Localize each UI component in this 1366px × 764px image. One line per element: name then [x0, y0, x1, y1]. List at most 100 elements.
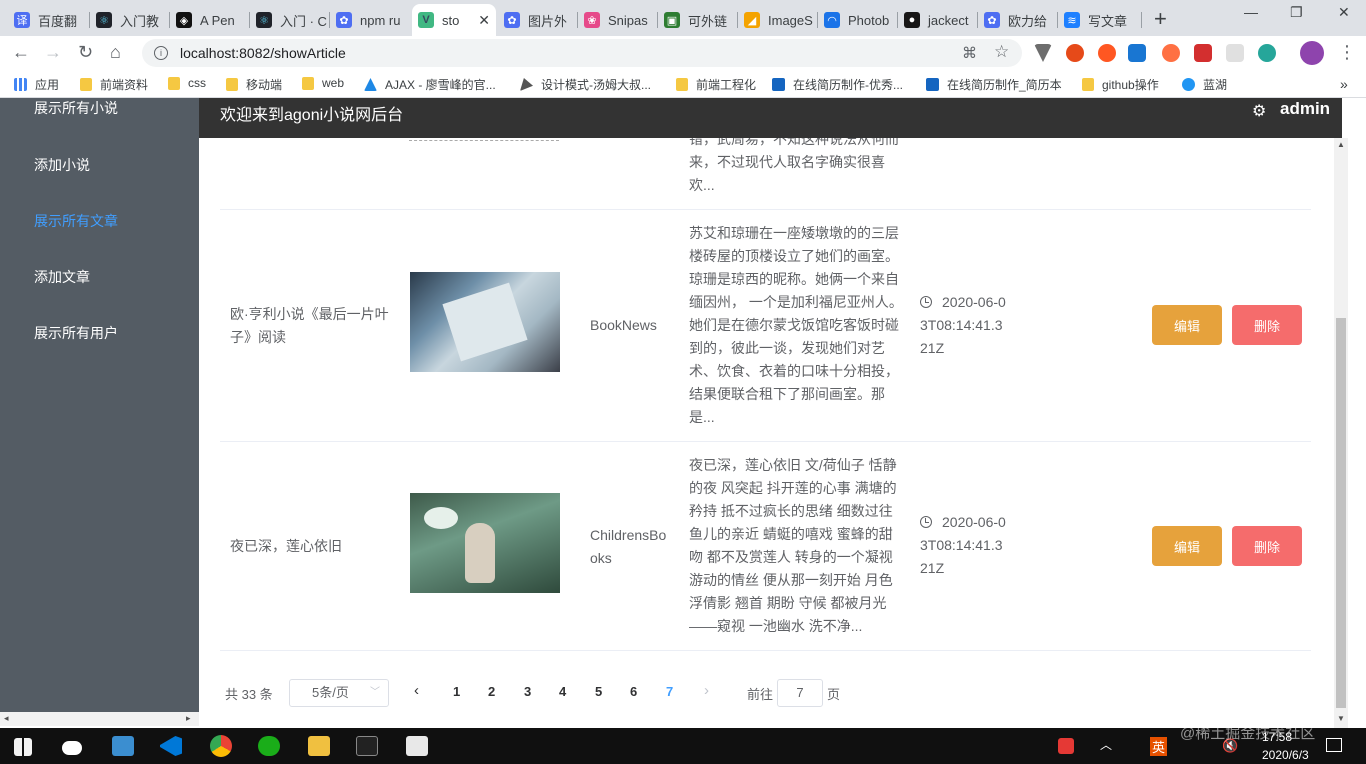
bookmark-link[interactable]: 在线简历制作_简历本 — [926, 76, 1062, 93]
file-explorer-icon[interactable] — [308, 736, 330, 756]
page-5[interactable]: 5 — [595, 684, 602, 699]
ime-indicator[interactable]: 英 — [1150, 737, 1168, 756]
browser-tab[interactable]: ≋ 写文章 — [1058, 4, 1142, 36]
tab-favicon-icon: ◠ — [824, 12, 840, 28]
tab-label: ImageS — [768, 12, 813, 28]
terminal-icon[interactable] — [356, 736, 378, 756]
browser-tab[interactable]: ● jackect — [898, 4, 978, 36]
chevron-down-icon: ﹀ — [370, 687, 380, 698]
extension-new-icon[interactable] — [1128, 44, 1146, 62]
browser-tab-active[interactable]: Vsto ✕ — [412, 4, 496, 36]
sogou-ime-icon[interactable] — [1058, 738, 1074, 754]
bookmark-folder[interactable]: github操作 — [1082, 76, 1159, 93]
sidebar-item-users[interactable]: 展示所有用户 — [34, 323, 118, 343]
reload-icon[interactable]: ↻ — [78, 42, 93, 63]
scroll-up-arrow-icon[interactable]: ▲ — [1337, 140, 1345, 149]
chat-bubble-icon[interactable] — [62, 741, 82, 755]
minimize-button[interactable]: — — [1244, 4, 1258, 20]
profile-avatar[interactable] — [1300, 41, 1324, 65]
delete-button[interactable]: 删除 — [1232, 305, 1302, 345]
bookmark-link[interactable]: AJAX - 廖雪峰的官... — [364, 76, 496, 93]
chrome-icon[interactable] — [210, 735, 232, 757]
extension-icon[interactable] — [1098, 44, 1116, 62]
wechat-icon[interactable] — [258, 736, 280, 756]
browser-tab[interactable]: ✿ 欧力给 — [978, 4, 1058, 36]
windows-start-icon[interactable] — [14, 738, 32, 756]
page-4[interactable]: 4 — [559, 684, 566, 699]
bookmark-folder[interactable]: 前端资料 — [80, 76, 148, 93]
goto-page-input[interactable]: 7 — [777, 679, 823, 707]
bookmark-link[interactable]: 设计模式-汤姆大叔... — [520, 76, 651, 93]
next-page-button[interactable]: › — [704, 682, 709, 699]
bookmark-apps[interactable]: 应用 — [14, 76, 59, 93]
typora-icon[interactable] — [406, 736, 428, 756]
browser-tab[interactable]: ✿ 图片外 — [498, 4, 578, 36]
site-icon — [1182, 78, 1195, 91]
extension-icon[interactable] — [1258, 44, 1276, 62]
edit-button[interactable]: 编辑 — [1152, 305, 1222, 345]
home-icon[interactable]: ⌂ — [110, 42, 121, 63]
date-text: 2020-06-03T08:14:41.321Z — [920, 294, 1006, 356]
browser-tab[interactable]: ⚛ 入门教 — [90, 4, 170, 36]
sidebar-item-novels[interactable]: 展示所有小说 — [34, 98, 118, 118]
article-title: 夜已深，莲心依旧 — [230, 538, 342, 554]
admin-username[interactable]: admin — [1280, 99, 1330, 119]
scrollbar-thumb[interactable] — [1336, 318, 1346, 708]
browser-tab[interactable]: ◈ A Pen — [170, 4, 250, 36]
site-info-icon[interactable]: i — [154, 46, 168, 60]
tab-favicon-icon: ≋ — [1064, 12, 1080, 28]
edit-button[interactable]: 编辑 — [1152, 526, 1222, 566]
url-text[interactable]: localhost:8082/showArticle — [180, 45, 346, 61]
bookmark-link[interactable]: 在线简历制作-优秀... — [772, 76, 903, 93]
delete-button[interactable]: 删除 — [1232, 526, 1302, 566]
browser-tab[interactable]: ▣ 可外链 — [658, 4, 738, 36]
back-arrow-icon[interactable]: ← — [12, 42, 30, 63]
bookmark-folder[interactable]: css — [168, 76, 206, 90]
article-category: BookNews — [590, 317, 657, 333]
sidebar-horizontal-scrollbar[interactable]: ◂ ▸ — [0, 712, 199, 726]
page-2[interactable]: 2 — [488, 684, 495, 699]
extension-icon[interactable] — [1162, 44, 1180, 62]
close-window-button[interactable]: ✕ — [1338, 4, 1350, 21]
sidebar-item-add-article[interactable]: 添加文章 — [34, 267, 90, 287]
browser-tab[interactable]: ◠ Photob — [818, 4, 898, 36]
close-tab-icon[interactable]: ✕ — [478, 12, 490, 29]
notification-icon[interactable] — [1326, 738, 1342, 752]
new-tab-button[interactable]: + — [1154, 6, 1167, 32]
prev-page-button[interactable]: ‹ — [414, 682, 419, 699]
app-icon[interactable] — [112, 736, 134, 756]
page-6[interactable]: 6 — [630, 684, 637, 699]
browser-tab[interactable]: ◢ ImageS — [738, 4, 818, 36]
bookmarks-overflow-button[interactable]: » — [1340, 76, 1348, 92]
bookmark-folder[interactable]: web — [302, 76, 344, 90]
tab-favicon-icon: ✿ — [984, 12, 1000, 28]
bookmark-link[interactable]: 蓝湖 — [1182, 76, 1227, 93]
gear-icon[interactable]: ⚙ — [1252, 101, 1266, 121]
browser-tab[interactable]: ❀ Snipas — [578, 4, 658, 36]
clock-date[interactable]: 2020/6/3 — [1262, 748, 1309, 762]
page-1[interactable]: 1 — [453, 684, 460, 699]
bookmark-folder[interactable]: 前端工程化 — [676, 76, 756, 93]
address-bar[interactable]: i localhost:8082/showArticle — [142, 39, 1022, 67]
menu-dots-icon[interactable]: ⋮ — [1338, 42, 1356, 63]
maximize-button[interactable]: ❐ — [1290, 4, 1303, 21]
browser-tab[interactable]: ⚛ 入门 · C — [250, 4, 330, 36]
browser-tab[interactable]: 译百度翻 — [8, 4, 90, 36]
forward-arrow-icon[interactable]: → — [44, 42, 62, 63]
extension-icon[interactable] — [1194, 44, 1212, 62]
bookmark-folder[interactable]: 移动端 — [226, 76, 282, 93]
translate-icon[interactable]: ⌘ — [962, 44, 977, 62]
vertical-scrollbar[interactable]: ▲ ▼ — [1334, 138, 1348, 728]
sidebar-item-add-novel[interactable]: 添加小说 — [34, 155, 90, 175]
page-size-select[interactable]: 5条/页 ﹀ — [289, 679, 389, 707]
browser-tab[interactable]: ✿ npm ru — [330, 4, 410, 36]
header-title: 欢迎来到agoni小说网后台 — [220, 107, 404, 124]
page-7-current[interactable]: 7 — [666, 684, 673, 699]
sidebar-item-articles[interactable]: 展示所有文章 — [34, 211, 118, 231]
scroll-down-arrow-icon[interactable]: ▼ — [1337, 714, 1345, 723]
extension-icon[interactable] — [1066, 44, 1084, 62]
tray-chevron-up-icon[interactable]: ︿ — [1100, 736, 1112, 753]
extension-icon[interactable] — [1226, 44, 1244, 62]
bookmark-star-icon[interactable]: ☆ — [994, 42, 1009, 62]
page-3[interactable]: 3 — [524, 684, 531, 699]
